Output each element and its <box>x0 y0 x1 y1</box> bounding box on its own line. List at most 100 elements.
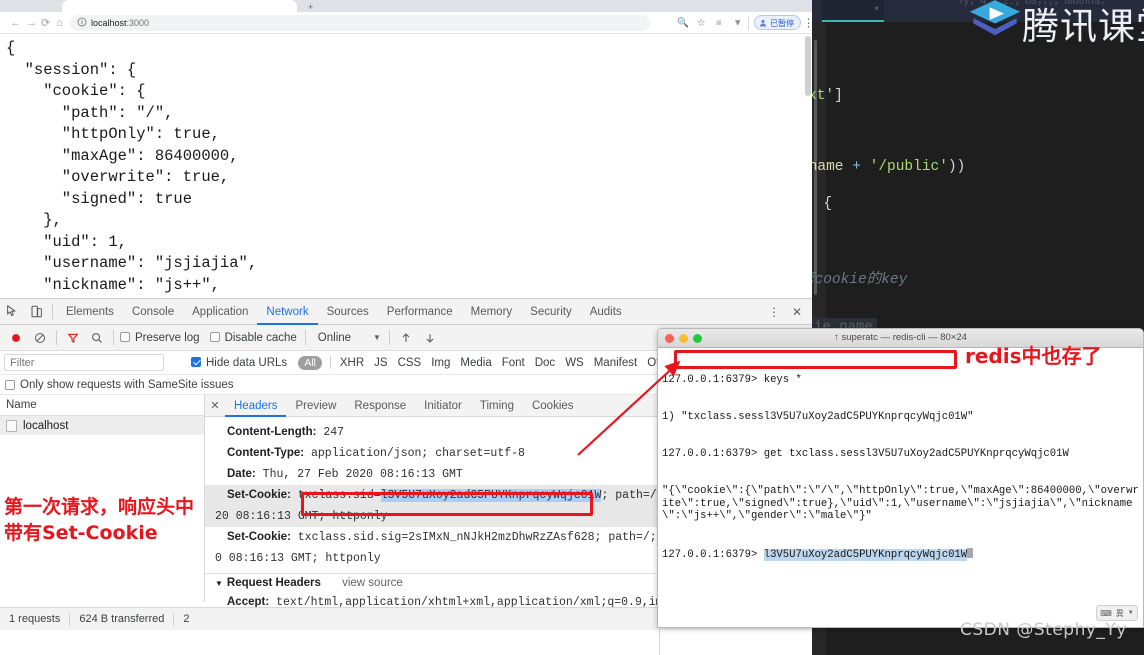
annotation-arrow-icon <box>577 360 681 456</box>
preserve-log-checkbox[interactable]: Preserve log <box>120 331 200 344</box>
toolbar-divider <box>748 16 749 30</box>
tab-elements[interactable]: Elements <box>57 299 123 325</box>
annotation-left-line1: 第一次请求，响应头中 <box>4 496 195 518</box>
type-filter-xhr[interactable]: XHR <box>335 357 369 369</box>
filter-icon[interactable]: ▼ <box>733 18 742 29</box>
extension-icon[interactable]: ■ <box>716 18 722 29</box>
header-set-cookie-1-wrap: 20 08:16:13 GMT; httponly <box>205 506 659 527</box>
type-filter-all[interactable]: All <box>298 355 322 370</box>
keyboard-icon[interactable]: ⌨ <box>1100 609 1112 618</box>
browser-tab-active[interactable] <box>62 0 297 12</box>
toolbar-divider-3 <box>304 330 306 345</box>
tab-memory[interactable]: Memory <box>462 299 522 325</box>
tencent-watermark: ry，4：，2：，os，，，，isothna， 腾讯课堂 <box>960 0 1144 48</box>
device-toolbar-icon[interactable] <box>24 299 48 325</box>
set-cookie-session-id: l3V5U7uXoy2adC5PUYKnprqcyWqjc01W <box>380 489 602 502</box>
terminal-cursor <box>967 547 974 558</box>
devtools-tabbar-divider <box>52 304 53 319</box>
detail-tab-preview[interactable]: Preview <box>286 395 345 417</box>
tab-security[interactable]: Security <box>521 299 581 325</box>
devtools-tabbar-right: ⋮ ✕ <box>760 305 812 319</box>
filter-input[interactable] <box>4 354 164 371</box>
type-filter-js[interactable]: JS <box>369 357 392 369</box>
header-date: Date: Thu, 27 Feb 2020 08:16:13 GMT <box>227 468 463 481</box>
type-filter-doc[interactable]: Doc <box>530 357 560 369</box>
terminal-prompt: 127.0.0.1:6379> <box>662 548 764 561</box>
tab-application[interactable]: Application <box>183 299 257 325</box>
editor-tab-close-icon[interactable]: × <box>874 4 879 13</box>
type-filter-font[interactable]: Font <box>497 357 530 369</box>
view-source-link[interactable]: view source <box>342 577 403 589</box>
terminal-line-2: 1) "txclass.sessl3V5U7uXoy2adC5PUYKnprqc… <box>662 411 974 424</box>
detail-tab-initiator[interactable]: Initiator <box>415 395 471 417</box>
type-filter-media[interactable]: Media <box>455 357 496 369</box>
type-filter-divider <box>329 356 331 369</box>
import-har-icon[interactable] <box>394 325 418 351</box>
tab-performance[interactable]: Performance <box>378 299 462 325</box>
chevron-down-icon: ▼ <box>373 333 381 342</box>
hide-data-urls-box <box>191 356 201 367</box>
annotation-right-note: redis中也存了 <box>965 344 1102 368</box>
record-button[interactable] <box>4 325 28 351</box>
page-scrollbar-thumb[interactable] <box>805 36 811 96</box>
search-icon[interactable] <box>85 325 109 351</box>
star-icon[interactable]: ☆ <box>697 18 706 29</box>
table-row[interactable]: localhost <box>0 416 204 435</box>
type-filter-css[interactable]: CSS <box>393 357 427 369</box>
url-host: localhost <box>91 18 127 28</box>
request-headers-section[interactable]: ▼ Request Headers view source <box>205 573 659 592</box>
forward-button[interactable]: → <box>26 17 37 29</box>
terminal-output[interactable]: 127.0.0.1:6379> keys * 1) "txclass.sessl… <box>658 348 1143 587</box>
samesite-checkbox[interactable] <box>5 379 15 390</box>
clear-button[interactable] <box>28 325 52 351</box>
type-filter-img[interactable]: Img <box>426 357 455 369</box>
url-port: :3000 <box>126 18 150 28</box>
disable-cache-checkbox[interactable]: Disable cache <box>209 331 297 344</box>
throttling-select[interactable]: Online ▼ <box>318 332 381 344</box>
page-content: { "session": { "cookie": { "path": "/", … <box>0 34 812 298</box>
detail-close-icon[interactable]: ✕ <box>205 399 225 412</box>
collapse-arrow-icon: ▼ <box>215 579 223 588</box>
detail-tabs: Headers Preview Response Initiator Timing Coo… <box>225 395 583 417</box>
throttling-value: Online <box>317 331 352 344</box>
preserve-log-label: Preserve log <box>135 331 200 344</box>
new-tab-button[interactable]: + <box>308 2 313 12</box>
samesite-label: Only show requests with SameSite issues <box>20 378 234 391</box>
browser-menu-icon[interactable]: ⋮ <box>803 17 814 30</box>
detail-tab-timing[interactable]: Timing <box>471 395 523 417</box>
browser-tab-strip: + <box>0 0 812 12</box>
detail-tab-response[interactable]: Response <box>345 395 415 417</box>
tab-sources[interactable]: Sources <box>318 299 378 325</box>
zoom-icon[interactable]: 🔍 <box>677 18 689 29</box>
header-set-cookie-2: Set-Cookie: txclass.sid.sig=2sIMxN_nNJkH… <box>227 531 660 544</box>
code-line-2: rname + '/public')) <box>800 159 966 175</box>
export-har-icon[interactable] <box>418 325 442 351</box>
profile-paused-badge[interactable]: 已暂停 <box>754 15 801 30</box>
editor-tab[interactable]: × <box>822 0 884 22</box>
tab-network[interactable]: Network <box>257 299 317 325</box>
toolbar-divider-4 <box>388 330 390 345</box>
tab-console[interactable]: Console <box>123 299 183 325</box>
request-name: localhost <box>23 419 69 432</box>
request-list-header[interactable]: Name <box>0 395 204 416</box>
address-bar[interactable] <box>70 15 650 31</box>
page-scrollbar[interactable] <box>804 34 812 298</box>
hide-data-urls-checkbox[interactable]: Hide data URLs <box>186 356 292 369</box>
devtools-close-icon[interactable]: ✕ <box>788 305 812 319</box>
tab-audits[interactable]: Audits <box>581 299 631 325</box>
funnel-icon[interactable] <box>61 325 85 351</box>
terminal-line-3: 127.0.0.1:6379> get txclass.sessl3V5U7uX… <box>662 448 1069 461</box>
disable-cache-label: Disable cache <box>224 331 297 344</box>
info-circle-icon <box>77 17 87 27</box>
inspect-element-icon[interactable] <box>0 299 24 325</box>
chevron-icon[interactable]: ▼ <box>1128 610 1134 616</box>
reload-button[interactable]: ⟳ <box>41 17 50 30</box>
ime-indicator[interactable]: ⌨ 異 ▼ <box>1096 605 1138 621</box>
home-button[interactable]: ⌂ <box>56 17 63 29</box>
devtools-tab-bar: Elements Console Application Network Sources… <box>0 299 812 325</box>
detail-tab-headers[interactable]: Headers <box>225 395 286 417</box>
status-requests: 1 requests <box>9 613 61 625</box>
ime-icon[interactable]: 異 <box>1116 608 1124 619</box>
devtools-more-icon[interactable]: ⋮ <box>760 305 788 319</box>
back-button[interactable]: ← <box>10 17 21 29</box>
